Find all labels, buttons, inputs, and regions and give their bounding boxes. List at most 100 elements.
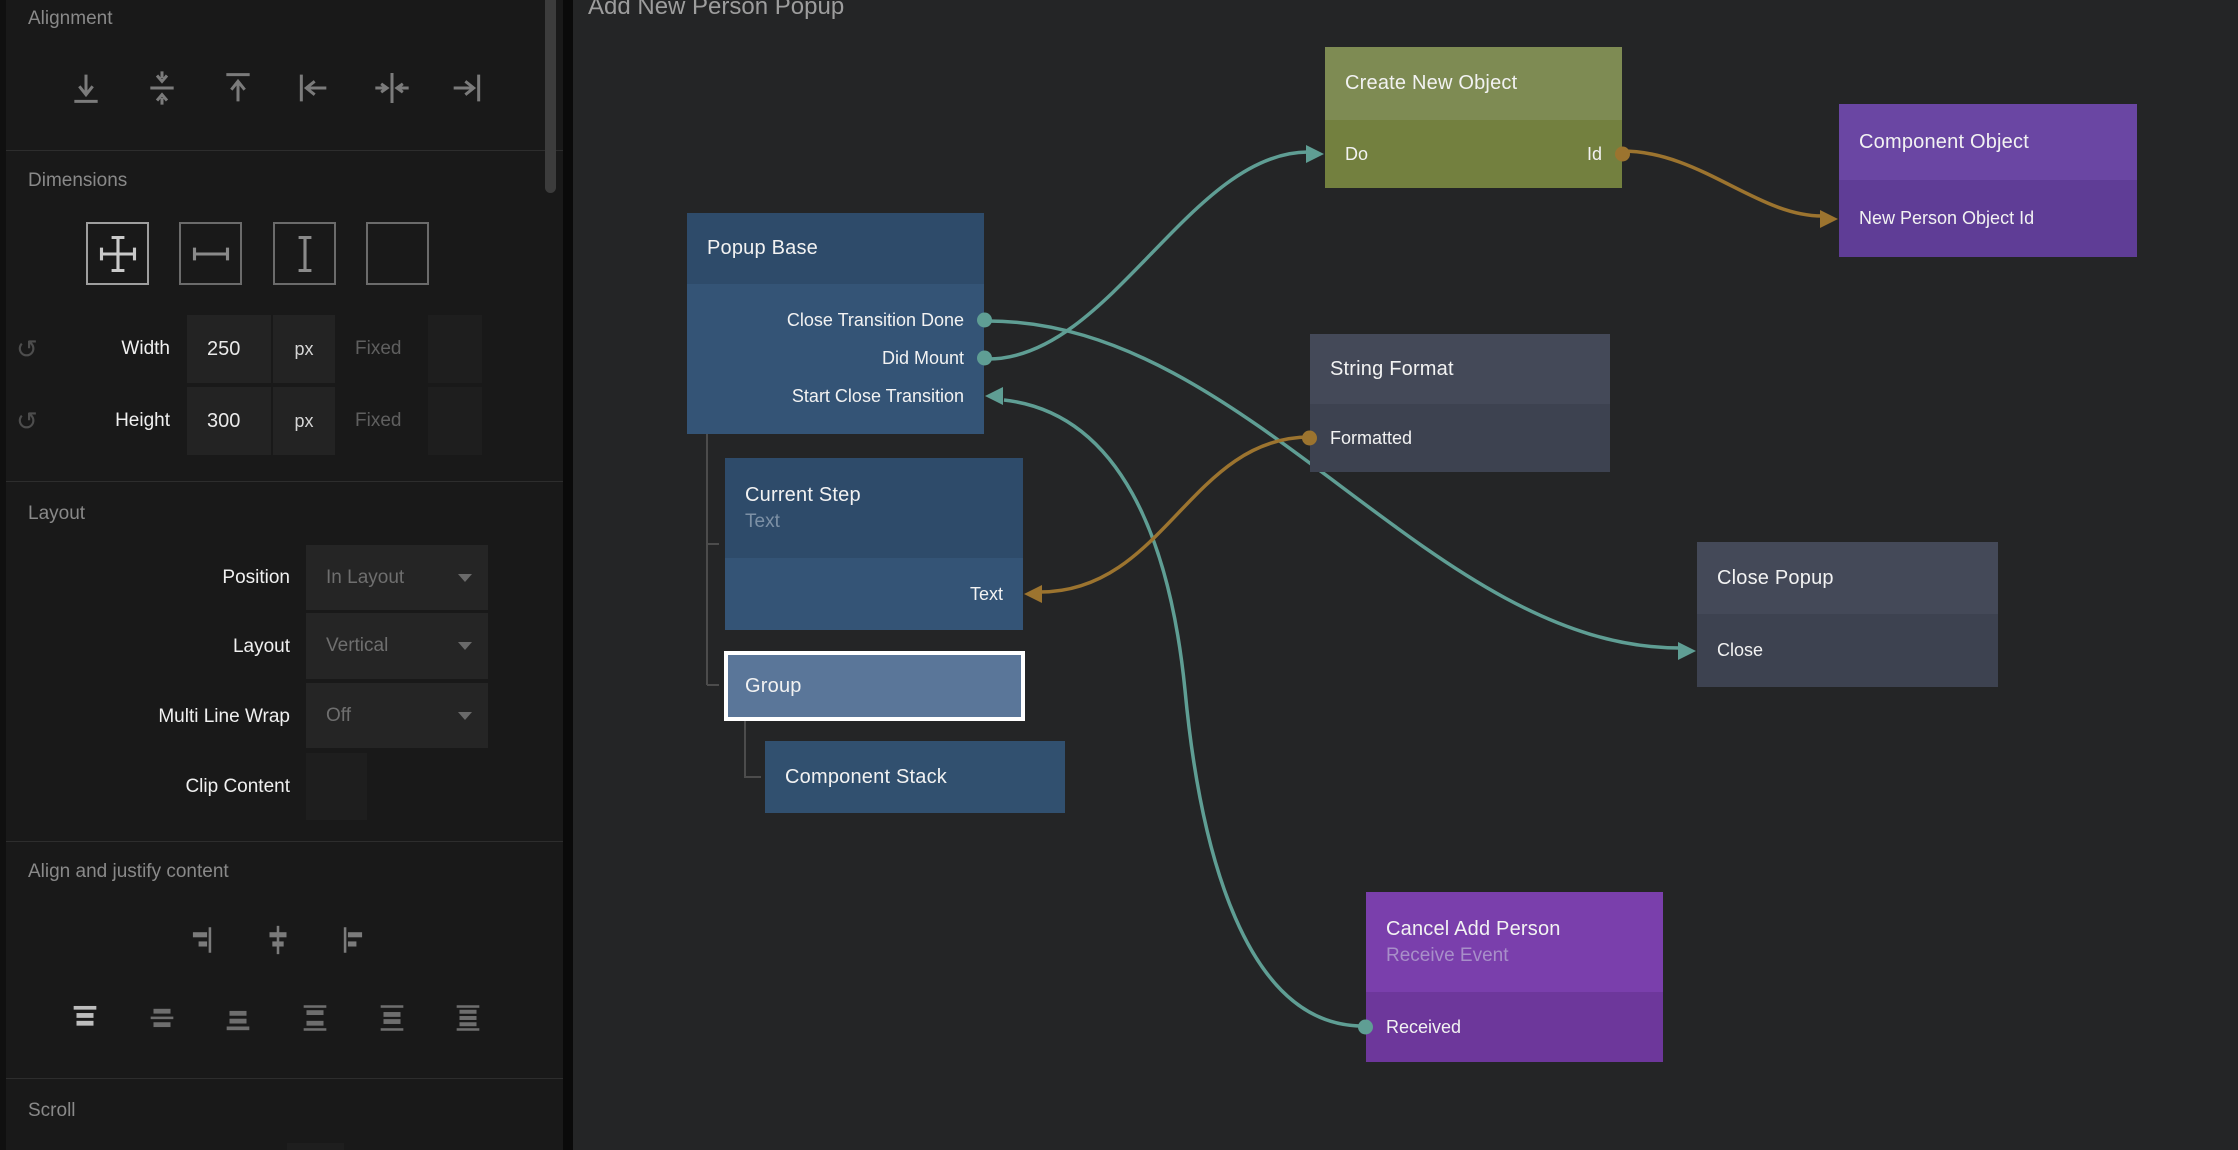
connection-didmount-do: [988, 152, 1308, 359]
port-text[interactable]: Text: [970, 584, 1023, 605]
multi-line-wrap-label: Multi Line Wrap: [40, 706, 290, 728]
justify-center-button[interactable]: [144, 1000, 180, 1036]
align-right-button[interactable]: [445, 66, 489, 110]
justify-space-between-button[interactable]: [297, 1000, 333, 1036]
port-close-transition-done[interactable]: Close Transition Done: [787, 310, 984, 331]
input-arrow-icon[interactable]: [1678, 642, 1696, 660]
node-title: Component Stack: [765, 766, 947, 789]
align-vertical-center-button[interactable]: [140, 66, 184, 110]
height-mode-label: Fixed: [355, 410, 401, 432]
port-close[interactable]: Close: [1697, 640, 1763, 661]
tree-connector: [745, 719, 761, 777]
input-arrow-icon[interactable]: [1306, 145, 1324, 163]
output-dot-icon[interactable]: [977, 313, 992, 328]
justify-end-button[interactable]: [220, 1000, 256, 1036]
output-dot-icon[interactable]: [1358, 1020, 1373, 1035]
node-popup-base[interactable]: Popup Base Close Transition Done Did Mou…: [687, 213, 984, 434]
multi-line-wrap-dropdown[interactable]: Off: [306, 683, 488, 748]
justify-space-around-button[interactable]: [374, 1000, 410, 1036]
port-row: Text: [725, 558, 1023, 630]
align-left-button[interactable]: [291, 66, 335, 110]
height-input[interactable]: 300: [187, 387, 271, 455]
output-dot-icon[interactable]: [977, 351, 992, 366]
align-items-end-button[interactable]: [182, 922, 218, 958]
port-new-person-object-id[interactable]: New Person Object Id: [1839, 208, 2034, 229]
section-scroll: Scroll: [28, 1100, 76, 1122]
align-items-end-icon: [183, 923, 217, 957]
input-arrow-icon[interactable]: [985, 387, 1003, 405]
justify-space-evenly-button[interactable]: [450, 1000, 486, 1036]
port-received[interactable]: Received: [1366, 1017, 1461, 1038]
port-did-mount[interactable]: Did Mount: [882, 348, 984, 369]
multi-line-wrap-value: Off: [326, 705, 351, 727]
align-bottom-button[interactable]: [64, 66, 108, 110]
input-arrow-icon[interactable]: [1024, 585, 1042, 603]
port-formatted[interactable]: Formatted: [1310, 428, 1412, 449]
width-input[interactable]: 250: [187, 315, 271, 383]
tree-connector: [707, 434, 719, 685]
node-close-popup[interactable]: Close Popup Close: [1697, 542, 1998, 687]
justify-end-icon: [221, 1001, 255, 1035]
scroll-checkbox-partial[interactable]: [287, 1143, 344, 1150]
node-title: String Format: [1330, 358, 1610, 381]
divider: [0, 150, 563, 151]
node-title: Create New Object: [1345, 72, 1622, 95]
height-value: 300: [207, 410, 240, 433]
size-height-button[interactable]: [273, 222, 336, 285]
divider: [0, 1078, 563, 1079]
height-unit-select[interactable]: px: [273, 387, 335, 455]
align-items-center-icon: [261, 923, 295, 957]
input-arrow-icon[interactable]: [1820, 210, 1838, 228]
justify-space-evenly-icon: [451, 1001, 485, 1035]
node-title: Popup Base: [707, 237, 984, 260]
layout-label: Layout: [40, 636, 290, 658]
connection-id-newpersonobjectid: [1622, 151, 1822, 216]
height-mode-toggle[interactable]: [428, 387, 482, 455]
align-horizontal-center-button[interactable]: [370, 66, 414, 110]
window-edge: [0, 0, 6, 1150]
port-start-close-transition[interactable]: Start Close Transition: [792, 386, 984, 407]
panel-scrollbar[interactable]: [545, 0, 556, 193]
align-left-icon: [293, 68, 333, 108]
section-alignment: Alignment: [28, 8, 113, 30]
port-do[interactable]: Do: [1325, 144, 1368, 165]
node-create-new-object[interactable]: Create New Object Do Id: [1325, 47, 1622, 188]
size-width-and-height-button[interactable]: [86, 222, 149, 285]
width-mode-toggle[interactable]: [428, 315, 482, 383]
panel-canvas-divider[interactable]: [563, 0, 573, 1150]
align-top-icon: [218, 68, 258, 108]
node-current-step[interactable]: Current Step Text Text: [725, 458, 1023, 630]
justify-start-button[interactable]: [67, 1000, 103, 1036]
port-row: Close Transition Done: [687, 301, 984, 339]
size-width-button[interactable]: [179, 222, 242, 285]
port-row: Start Close Transition: [687, 377, 984, 415]
reset-width-icon[interactable]: ↺: [16, 336, 38, 362]
layout-dropdown[interactable]: Vertical: [306, 613, 488, 679]
align-top-button[interactable]: [216, 66, 260, 110]
output-dot-icon[interactable]: [1302, 431, 1317, 446]
clip-content-checkbox[interactable]: [306, 753, 367, 820]
clip-content-label: Clip Content: [40, 776, 290, 798]
align-items-start-button[interactable]: [337, 922, 373, 958]
output-dot-icon[interactable]: [1615, 147, 1630, 162]
node-group-selected[interactable]: Group: [724, 651, 1025, 721]
position-dropdown[interactable]: In Layout: [306, 545, 488, 610]
node-component-object[interactable]: Component Object New Person Object Id: [1839, 104, 2137, 257]
reset-height-icon[interactable]: ↺: [16, 408, 38, 434]
chevron-down-icon: [458, 642, 472, 650]
noodl-editor-window: Add New Person Popup Create New Object D…: [0, 0, 2238, 1150]
size-content-button[interactable]: [366, 222, 429, 285]
position-label: Position: [40, 567, 290, 589]
node-title: Cancel Add Person: [1386, 918, 1663, 941]
width-unit-select[interactable]: px: [273, 315, 335, 383]
align-bottom-icon: [66, 68, 106, 108]
node-string-format[interactable]: String Format Formatted: [1310, 334, 1610, 472]
align-items-center-button[interactable]: [260, 922, 296, 958]
node-title: Close Popup: [1717, 567, 1998, 590]
node-subtitle: Receive Event: [1386, 945, 1663, 967]
position-value: In Layout: [326, 567, 404, 589]
size-width-icon: [189, 232, 233, 276]
node-cancel-add-person[interactable]: Cancel Add Person Receive Event Received: [1366, 892, 1663, 1062]
chevron-down-icon: [458, 712, 472, 720]
node-component-stack[interactable]: Component Stack: [765, 741, 1065, 813]
